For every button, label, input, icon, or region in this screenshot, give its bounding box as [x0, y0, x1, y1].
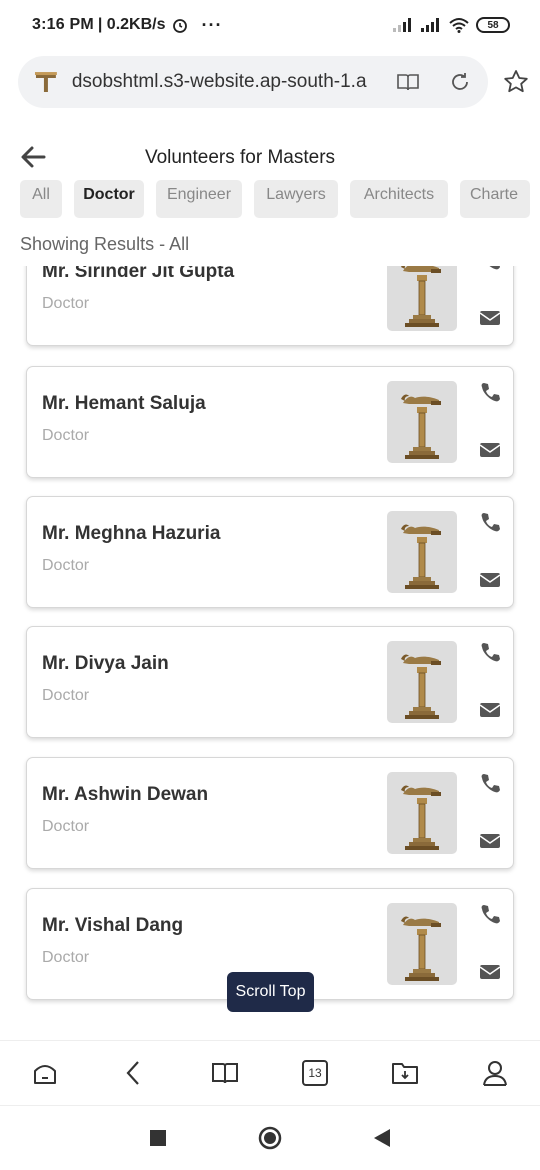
chip-engineer[interactable]: Engineer	[156, 180, 242, 218]
volunteer-profession: Doctor	[42, 295, 90, 312]
site-icon	[34, 72, 57, 92]
star-icon[interactable]	[502, 68, 530, 96]
lamp-logo-icon	[401, 785, 441, 850]
back-triangle-icon[interactable]	[370, 1126, 394, 1150]
signal-icon-2	[421, 18, 439, 32]
volunteer-photo	[387, 903, 457, 985]
volunteer-profession: Doctor	[42, 687, 90, 704]
volunteer-list[interactable]: Mr. Sirinder Jit Gupta Doctor Mr. Hemant…	[0, 266, 540, 1040]
phone-icon[interactable]	[479, 772, 501, 794]
volunteer-photo	[387, 772, 457, 854]
url-text[interactable]: dsobshtml.s3-website.ap-south-1.a	[72, 71, 370, 93]
nav-back-button[interactable]	[118, 1058, 148, 1088]
category-filter-bar: All Doctor Engineer Lawyers Architects C…	[0, 180, 540, 218]
mail-icon[interactable]	[479, 309, 501, 327]
downloads-button[interactable]	[390, 1058, 420, 1088]
phone-icon[interactable]	[479, 903, 501, 925]
phone-icon[interactable]	[479, 511, 501, 533]
mail-icon[interactable]	[479, 963, 501, 981]
volunteer-name: Mr. Divya Jain	[42, 653, 169, 674]
battery-indicator: 58	[476, 17, 510, 33]
volunteer-profession: Doctor	[42, 427, 90, 444]
home-circle-icon[interactable]	[258, 1126, 282, 1150]
reader-mode-icon	[397, 74, 420, 91]
volunteer-name: Mr. Vishal Dang	[42, 915, 184, 936]
chip-label: All	[32, 186, 50, 203]
volunteer-card[interactable]: Mr. Meghna Hazuria Doctor	[26, 496, 514, 608]
chip-lawyers[interactable]: Lawyers	[254, 180, 338, 218]
volunteer-name: Mr. Meghna Hazuria	[42, 523, 221, 544]
results-label: Showing Results - All	[20, 234, 190, 254]
mail-icon[interactable]	[479, 832, 501, 850]
status-bar: 3:16 PM | 0.2KB/s ··· 58	[0, 0, 540, 50]
signal-icon	[393, 18, 411, 32]
lamp-logo-icon	[401, 266, 441, 327]
status-time: 3:16 PM	[32, 16, 94, 33]
chip-label: Engineer	[166, 186, 232, 203]
alarm-icon	[172, 19, 187, 33]
system-nav-bar	[0, 1106, 540, 1170]
scroll-top-button[interactable]: Scroll Top	[227, 972, 314, 1012]
chip-chartered[interactable]: Charte	[460, 180, 530, 218]
page-header: Volunteers for Masters	[0, 130, 540, 184]
home-icon	[34, 1065, 56, 1084]
profile-icon	[483, 1061, 507, 1086]
volunteer-profession: Doctor	[42, 949, 90, 966]
tabs-button[interactable]: 13	[300, 1058, 330, 1088]
chip-label: Charte	[470, 186, 519, 203]
page-title: Volunteers for Masters	[144, 147, 336, 168]
volunteer-card[interactable]: Mr. Sirinder Jit Gupta Doctor	[26, 266, 514, 346]
volunteer-name: Mr. Ashwin Dewan	[42, 784, 209, 805]
book-icon	[212, 1063, 238, 1084]
reader-mode-button[interactable]	[394, 68, 422, 96]
mail-icon[interactable]	[479, 571, 501, 589]
volunteer-profession: Doctor	[42, 818, 90, 835]
volunteer-card[interactable]: Mr. Ashwin Dewan Doctor	[26, 757, 514, 869]
chip-label: Doctor	[83, 186, 135, 203]
status-speed: | 0.2KB/s	[97, 16, 166, 33]
address-bar[interactable]: dsobshtml.s3-website.ap-south-1.a	[18, 56, 488, 108]
wifi-icon	[449, 18, 469, 33]
chip-label: Lawyers	[266, 186, 326, 203]
chip-doctor[interactable]: Doctor	[74, 180, 144, 218]
lamp-logo-icon	[401, 394, 441, 459]
phone-icon[interactable]	[479, 266, 501, 271]
volunteer-profession: Doctor	[42, 557, 90, 574]
chip-label: Architects	[363, 186, 435, 203]
lamp-logo-icon	[401, 654, 441, 719]
tab-count: 13	[302, 1060, 328, 1086]
lamp-logo-icon	[401, 524, 441, 589]
volunteer-photo	[387, 511, 457, 593]
volunteer-name: Mr. Sirinder Jit Gupta	[42, 266, 235, 282]
profile-button[interactable]	[480, 1058, 510, 1088]
download-folder-icon	[392, 1063, 418, 1084]
volunteer-card[interactable]: Mr. Hemant Saluja Doctor	[26, 366, 514, 478]
volunteer-card[interactable]: Mr. Divya Jain Doctor	[26, 626, 514, 738]
mail-icon[interactable]	[479, 441, 501, 459]
lamp-logo-icon	[401, 916, 441, 981]
bookmarks-button[interactable]	[210, 1058, 240, 1088]
status-more-dots: ···	[201, 14, 223, 35]
mail-icon[interactable]	[479, 701, 501, 719]
volunteer-photo	[387, 266, 457, 331]
reload-button[interactable]	[446, 68, 474, 96]
volunteer-name: Mr. Hemant Saluja	[42, 393, 206, 414]
chip-all[interactable]: All	[20, 180, 62, 218]
chevron-left-icon	[126, 1061, 139, 1085]
home-button[interactable]	[30, 1058, 60, 1088]
phone-icon[interactable]	[479, 641, 501, 663]
browser-toolbar: 13	[0, 1040, 540, 1106]
chip-architects[interactable]: Architects	[350, 180, 448, 218]
reload-icon	[452, 73, 468, 90]
recents-icon[interactable]	[146, 1126, 170, 1150]
phone-icon[interactable]	[479, 381, 501, 403]
volunteer-photo	[387, 641, 457, 723]
volunteer-photo	[387, 381, 457, 463]
